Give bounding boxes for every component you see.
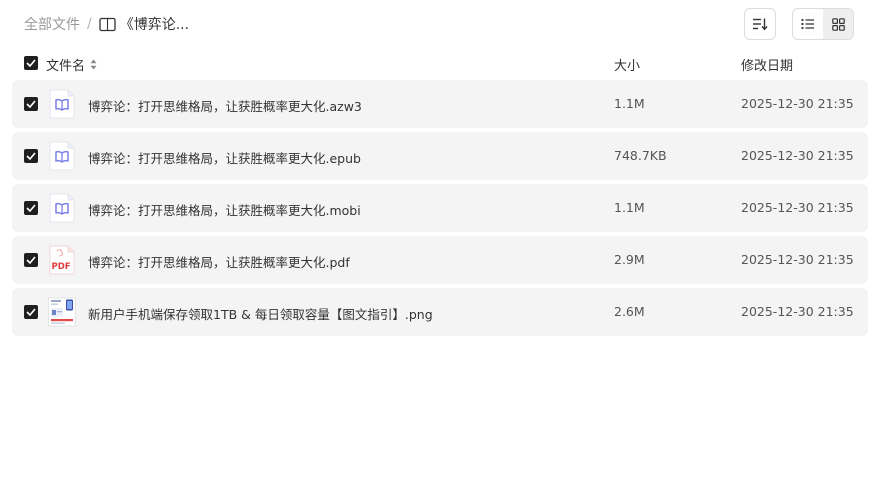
- file-date: 2025-12-30 21:35: [741, 304, 854, 319]
- file-size: 748.7KB: [614, 148, 667, 163]
- file-list: 博弈论：打开思维格局，让获胜概率更大化.azw3 1.1M 2025-12-30…: [12, 80, 868, 340]
- row-checkbox[interactable]: [24, 253, 38, 267]
- file-date: 2025-12-30 21:35: [741, 148, 854, 163]
- pdf-icon-label: PDF: [52, 262, 71, 272]
- file-row[interactable]: 博弈论：打开思维格局，让获胜概率更大化.mobi 1.1M 2025-12-30…: [12, 184, 868, 232]
- breadcrumb-root-link[interactable]: 全部文件: [24, 14, 80, 34]
- row-checkbox[interactable]: [24, 149, 38, 163]
- sort-button[interactable]: [744, 8, 776, 40]
- size-column-header[interactable]: 大小: [614, 55, 640, 74]
- file-row[interactable]: 博弈论：打开思维格局，让获胜概率更大化.epub 748.7KB 2025-12…: [12, 132, 868, 180]
- file-size: 1.1M: [614, 200, 645, 215]
- check-icon: [26, 204, 36, 212]
- book-icon: [99, 17, 116, 31]
- file-date: 2025-12-30 21:35: [741, 252, 854, 267]
- ebook-icon: [49, 193, 75, 223]
- check-icon: [26, 256, 36, 264]
- file-date: 2025-12-30 21:35: [741, 96, 854, 111]
- check-icon: [26, 308, 36, 316]
- image-thumbnail-icon: [48, 297, 76, 327]
- file-size: 2.6M: [614, 304, 645, 319]
- check-icon: [26, 100, 36, 108]
- toolbar: 全部文件 / 《博弈论...: [0, 0, 878, 48]
- row-checkbox[interactable]: [24, 201, 38, 215]
- ebook-icon: [49, 141, 75, 171]
- date-column-header[interactable]: 修改日期: [741, 55, 793, 74]
- sort-arrows-icon: [90, 59, 97, 70]
- list-icon: [801, 18, 814, 30]
- breadcrumb-current: 《博弈论...: [119, 17, 190, 33]
- grid-view-button[interactable]: [823, 9, 853, 39]
- file-name[interactable]: 博弈论：打开思维格局，让获胜概率更大化.pdf: [88, 252, 350, 271]
- list-header: 文件名 大小 修改日期: [12, 52, 868, 76]
- file-row[interactable]: 博弈论：打开思维格局，让获胜概率更大化.azw3 1.1M 2025-12-30…: [12, 80, 868, 128]
- file-name[interactable]: 新用户手机端保存领取1TB & 每日领取容量【图文指引】.png: [88, 304, 433, 323]
- file-row[interactable]: PDF 博弈论：打开思维格局，让获胜概率更大化.pdf 2.9M 2025-12…: [12, 236, 868, 284]
- pdf-icon: PDF: [49, 245, 75, 275]
- breadcrumb-separator: /: [87, 16, 92, 32]
- file-size: 2.9M: [614, 252, 645, 267]
- name-column-header[interactable]: 文件名: [46, 55, 97, 74]
- list-view-button[interactable]: [793, 9, 823, 39]
- select-all-checkbox[interactable]: [24, 56, 38, 70]
- check-icon: [26, 59, 36, 67]
- grid-icon: [831, 17, 845, 31]
- file-date: 2025-12-30 21:35: [741, 200, 854, 215]
- view-toggle: [792, 8, 854, 40]
- file-row[interactable]: 新用户手机端保存领取1TB & 每日领取容量【图文指引】.png 2.6M 20…: [12, 288, 868, 336]
- row-checkbox[interactable]: [24, 97, 38, 111]
- ebook-icon: [49, 89, 75, 119]
- file-size: 1.1M: [614, 96, 645, 111]
- file-name[interactable]: 博弈论：打开思维格局，让获胜概率更大化.epub: [88, 148, 361, 167]
- sort-icon: [753, 18, 768, 31]
- file-name[interactable]: 博弈论：打开思维格局，让获胜概率更大化.mobi: [88, 200, 361, 219]
- check-icon: [26, 152, 36, 160]
- row-checkbox[interactable]: [24, 305, 38, 319]
- breadcrumb: 全部文件 / 《博弈论...: [24, 14, 189, 34]
- name-column-label: 文件名: [46, 59, 86, 74]
- file-name[interactable]: 博弈论：打开思维格局，让获胜概率更大化.azw3: [88, 96, 362, 115]
